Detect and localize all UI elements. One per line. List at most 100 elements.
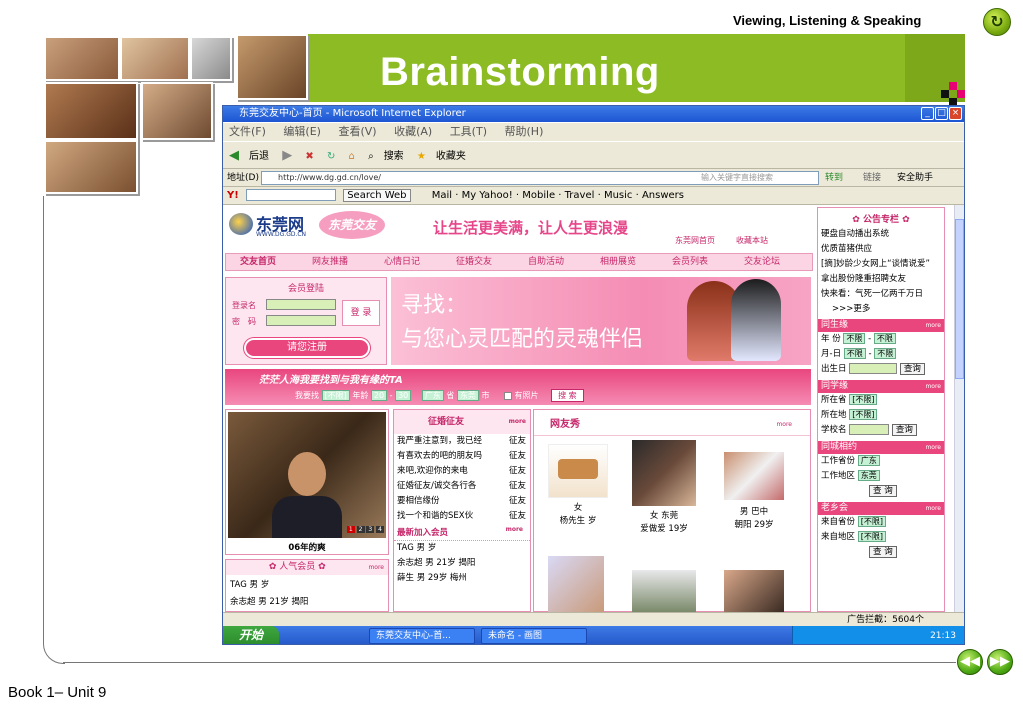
nav-item[interactable]: 自助活动 bbox=[528, 254, 564, 270]
yahoo-link-answers[interactable]: Answers bbox=[642, 190, 684, 201]
search-submit-button[interactable]: 搜 索 bbox=[551, 389, 584, 402]
start-button[interactable]: 开始 bbox=[223, 626, 279, 644]
menu-favorites[interactable]: 收藏(A) bbox=[394, 125, 432, 138]
menu-edit[interactable]: 编辑(E) bbox=[283, 125, 321, 138]
list-item[interactable]: [摘]妙龄少女网上“谈情说爱” bbox=[818, 257, 944, 272]
school-name-input[interactable] bbox=[849, 424, 890, 435]
nav-item[interactable]: 会员列表 bbox=[672, 254, 708, 270]
go-button[interactable]: 转到 bbox=[825, 169, 843, 187]
scrollbar-thumb[interactable] bbox=[955, 219, 964, 379]
home-icon[interactable]: ⌂ bbox=[349, 151, 355, 162]
yahoo-search-input[interactable] bbox=[246, 189, 336, 201]
page-scrollbar[interactable] bbox=[954, 205, 964, 612]
list-item[interactable]: 硬盘自动播出系统 bbox=[818, 227, 944, 242]
hometown-more[interactable]: more bbox=[925, 502, 941, 515]
nav-item[interactable]: 交友首页 bbox=[240, 254, 276, 270]
card-photo[interactable] bbox=[632, 440, 696, 506]
forward-icon[interactable]: ▶ bbox=[282, 148, 292, 163]
favorites-icon[interactable]: ★ bbox=[417, 151, 426, 162]
card-photo[interactable] bbox=[724, 452, 784, 500]
age-to-select[interactable]: 30 bbox=[395, 390, 412, 401]
search-icon[interactable]: ⌕ bbox=[368, 151, 374, 162]
pager-item[interactable]: 3 bbox=[366, 526, 375, 533]
list-item[interactable]: TAG 男 岁 bbox=[394, 541, 530, 556]
refresh-icon[interactable]: ↻ bbox=[983, 8, 1011, 36]
city-select[interactable]: 东莞 bbox=[456, 390, 479, 401]
menu-view[interactable]: 查看(V) bbox=[338, 125, 376, 138]
from-province-select[interactable]: [不限] bbox=[857, 516, 886, 527]
yahoo-link-mail[interactable]: Mail bbox=[432, 190, 452, 201]
member-photo[interactable] bbox=[228, 412, 386, 538]
classmate-query-button[interactable]: 查询 bbox=[891, 423, 917, 436]
classmate-more[interactable]: more bbox=[925, 380, 941, 393]
pager-item[interactable]: 1 bbox=[346, 526, 355, 533]
list-item[interactable]: 我严重注意到，我已经 征友 bbox=[394, 434, 530, 449]
nav-item[interactable]: 网友推播 bbox=[312, 254, 348, 270]
pager-item[interactable]: 4 bbox=[376, 526, 384, 533]
favorites-button[interactable]: 收藏夹 bbox=[436, 151, 466, 162]
work-area-select[interactable]: 东莞 bbox=[857, 470, 880, 481]
nav-item[interactable]: 征婚交友 bbox=[456, 254, 492, 270]
work-province-select[interactable]: 广东 bbox=[857, 455, 880, 466]
menu-file[interactable]: 文件(F) bbox=[229, 125, 266, 138]
task-item[interactable]: 未命名 - 画图 bbox=[481, 628, 587, 644]
school-province-select[interactable]: [不限] bbox=[849, 394, 878, 405]
gender-select[interactable]: [不限] bbox=[321, 390, 350, 401]
card-photo[interactable] bbox=[724, 570, 784, 612]
year-from-select[interactable]: 不限 bbox=[843, 333, 866, 344]
popular-more[interactable]: more bbox=[368, 560, 384, 575]
city-more[interactable]: more bbox=[925, 441, 941, 454]
login-user-input[interactable] bbox=[266, 299, 336, 310]
search-button[interactable]: 搜索 bbox=[384, 151, 404, 162]
birthday-more[interactable]: more bbox=[925, 319, 941, 332]
task-item[interactable]: 东莞交友中心-首... bbox=[369, 628, 475, 644]
list-item[interactable]: TAG 男 岁 bbox=[226, 575, 388, 596]
from-area-select[interactable]: [不限] bbox=[857, 531, 886, 542]
yahoo-search-button[interactable]: Search Web bbox=[343, 189, 411, 202]
list-item[interactable]: 征婚征友/诚交各行各 征友 bbox=[394, 479, 530, 494]
card-photo[interactable] bbox=[548, 444, 608, 498]
next-arrow-icon[interactable]: ▶▶ bbox=[987, 649, 1013, 675]
prev-arrow-icon[interactable]: ◀◀ bbox=[957, 649, 983, 675]
birthday-query-button[interactable]: 查询 bbox=[899, 362, 925, 375]
minimize-icon[interactable]: _ bbox=[921, 107, 934, 120]
login-pass-input[interactable] bbox=[266, 315, 336, 326]
hometown-query-button[interactable]: 查 询 bbox=[869, 545, 897, 558]
birthdate-input[interactable] bbox=[849, 363, 898, 374]
photo-checkbox[interactable] bbox=[503, 391, 512, 400]
back-button[interactable]: 后退 bbox=[249, 151, 269, 162]
list-item[interactable]: 薛生 男 29岁 梅州 bbox=[394, 571, 530, 586]
yahoo-link-mobile[interactable]: Mobile bbox=[522, 190, 555, 201]
yahoo-link-music[interactable]: Music bbox=[604, 190, 632, 201]
list-item[interactable]: 拿出股份隆重招聘女友 bbox=[818, 272, 944, 287]
card-photo[interactable] bbox=[548, 556, 604, 612]
list-item[interactable]: 要相信缘份 征友 bbox=[394, 494, 530, 509]
list-item[interactable]: 来吧,欢迎你的来电 征友 bbox=[394, 464, 530, 479]
marriage-more[interactable]: more bbox=[509, 410, 526, 434]
list-item[interactable]: 快来看：气死一亿两千万日 bbox=[818, 287, 944, 302]
menu-tools[interactable]: 工具(T) bbox=[450, 125, 487, 138]
new-members-more[interactable]: more bbox=[506, 526, 523, 533]
yahoo-link-travel[interactable]: Travel bbox=[565, 190, 595, 201]
register-button[interactable]: 请您注册 bbox=[244, 338, 370, 358]
city-query-button[interactable]: 查 询 bbox=[869, 484, 897, 497]
link-home[interactable]: 东莞网首页 bbox=[675, 235, 715, 246]
maximize-icon[interactable]: □ bbox=[935, 107, 948, 120]
nav-item[interactable]: 相册展览 bbox=[600, 254, 636, 270]
netfriends-more[interactable]: more bbox=[776, 410, 792, 440]
list-item[interactable]: 有喜欢去的吧的朋友吗 征友 bbox=[394, 449, 530, 464]
login-button[interactable]: 登 录 bbox=[342, 300, 380, 326]
list-item[interactable]: 余志超 男 21岁 揭阳 bbox=[394, 556, 530, 571]
notice-more[interactable]: >>>更多 bbox=[818, 302, 944, 317]
nav-item[interactable]: 交友论坛 bbox=[744, 254, 780, 270]
yahoo-link-myyahoo[interactable]: My Yahoo! bbox=[462, 190, 513, 201]
card-photo[interactable] bbox=[632, 570, 696, 612]
menu-help[interactable]: 帮助(H) bbox=[505, 125, 544, 138]
month-to-select[interactable]: 不限 bbox=[874, 348, 897, 359]
age-from-select[interactable]: 20 bbox=[370, 390, 388, 401]
list-item[interactable]: 找一个和谐的SEX伙 征友 bbox=[394, 509, 530, 524]
close-icon[interactable]: × bbox=[949, 107, 962, 120]
stop-icon[interactable]: ✖ bbox=[305, 151, 313, 162]
year-to-select[interactable]: 不限 bbox=[873, 333, 896, 344]
reload-icon[interactable]: ↻ bbox=[327, 151, 335, 162]
